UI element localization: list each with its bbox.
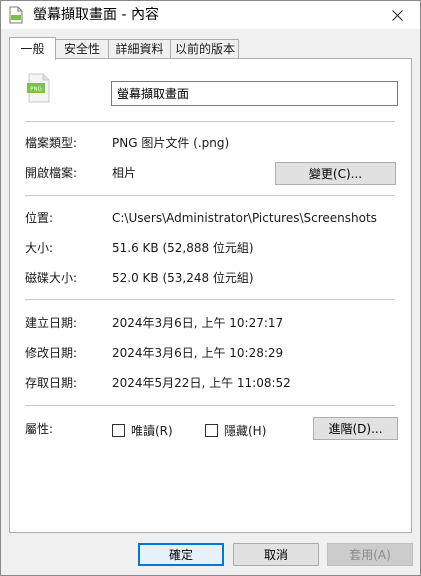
modified-label: 修改日期: <box>25 346 78 360</box>
size-label: 大小: <box>25 241 54 255</box>
image-file-icon <box>9 6 23 24</box>
properties-dialog: 螢幕擷取畫面 - 內容 一般 安全性 詳細資料 以前的版本 PNG 檔案類型: … <box>0 0 421 576</box>
accessed-label: 存取日期: <box>25 376 78 390</box>
close-button[interactable] <box>374 1 420 29</box>
tab-security[interactable]: 安全性 <box>55 39 109 58</box>
ok-button[interactable]: 確定 <box>138 543 224 566</box>
location-value: C:\Users\Administrator\Pictures\Screensh… <box>112 211 377 225</box>
attributes-label: 屬性: <box>25 422 54 436</box>
created-value: 2024年3月6日, 上午 10:27:17 <box>112 316 284 330</box>
title-bar: 螢幕擷取畫面 - 內容 <box>1 1 420 29</box>
divider <box>25 195 395 196</box>
opens-with-value: 相片 <box>112 166 137 180</box>
apply-button[interactable]: 套用(A) <box>327 543 413 566</box>
png-icon-label: PNG <box>30 87 42 93</box>
location-label: 位置: <box>25 211 54 225</box>
opens-with-label: 開啟檔案: <box>25 166 78 180</box>
change-button[interactable]: 變更(C)... <box>275 162 396 185</box>
png-file-icon: PNG <box>27 73 50 103</box>
window-title: 螢幕擷取畫面 - 內容 <box>33 7 159 23</box>
readonly-checkbox-label: 唯讀(R) <box>131 424 173 438</box>
size-on-disk-value: 52.0 KB (53,248 位元組) <box>112 271 254 285</box>
tab-general[interactable]: 一般 <box>9 37 56 60</box>
readonly-checkbox[interactable]: 唯讀(R) <box>112 422 173 439</box>
accessed-value: 2024年5月22日, 上午 11:08:52 <box>112 376 291 390</box>
general-tab-panel: PNG 檔案類型: PNG 图片文件 (.png) 開啟檔案: 相片 變更(C)… <box>9 58 412 533</box>
filename-input[interactable] <box>111 81 398 106</box>
file-type-value: PNG 图片文件 (.png) <box>112 136 230 150</box>
size-value: 51.6 KB (52,888 位元組) <box>112 241 254 255</box>
hidden-checkbox[interactable]: 隱藏(H) <box>205 422 266 439</box>
modified-value: 2024年3月6日, 上午 10:28:29 <box>112 346 284 360</box>
hidden-checkbox-box[interactable] <box>205 424 218 437</box>
file-type-label: 檔案類型: <box>25 136 78 150</box>
created-label: 建立日期: <box>25 316 78 330</box>
divider <box>25 405 395 406</box>
divider <box>25 299 395 300</box>
size-on-disk-label: 磁碟大小: <box>25 271 78 285</box>
divider <box>25 121 395 122</box>
close-icon <box>391 9 403 21</box>
hidden-checkbox-label: 隱藏(H) <box>224 424 267 438</box>
readonly-checkbox-box[interactable] <box>112 424 125 437</box>
cancel-button[interactable]: 取消 <box>233 543 319 566</box>
tab-previous-versions[interactable]: 以前的版本 <box>170 39 239 58</box>
advanced-button[interactable]: 進階(D)... <box>313 417 398 440</box>
tab-details[interactable]: 詳細資料 <box>108 39 171 58</box>
